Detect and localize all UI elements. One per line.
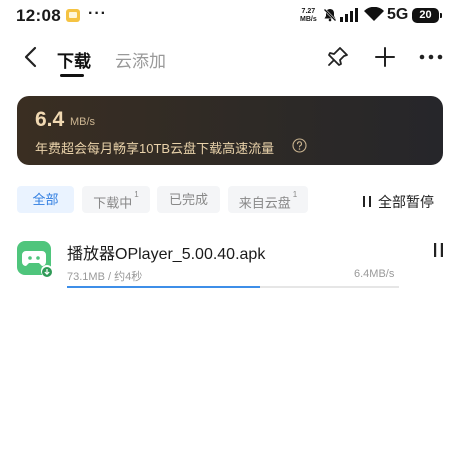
app-file-icon (17, 241, 53, 277)
mute-bell-icon (323, 8, 337, 22)
downloading-count: 1 (134, 190, 139, 199)
cloud-count: 1 (292, 190, 298, 199)
back-arrow-icon[interactable] (23, 46, 37, 68)
tab-cloud-add[interactable]: 云添加 (115, 47, 166, 72)
more-notifications-icon: ··· (88, 5, 107, 22)
download-progress-bar (67, 286, 399, 288)
file-name: 播放器OPlayer_5.00.40.apk (67, 246, 266, 263)
notification-icon (66, 9, 80, 22)
filter-all[interactable]: 全部 (17, 186, 74, 213)
pause-download-icon[interactable] (433, 243, 444, 257)
pause-all-button[interactable]: 全部暂停 (362, 192, 434, 212)
status-time: 12:08 (16, 6, 61, 25)
filter-completed[interactable]: 已完成 (157, 186, 220, 213)
tab-download[interactable]: 下载 (57, 47, 91, 72)
filter-from-cloud[interactable]: 来自云盘1 (228, 186, 308, 213)
more-options-icon[interactable] (419, 53, 443, 61)
battery-indicator: 20 (412, 8, 442, 23)
current-speed-value: 6.4 (35, 108, 65, 131)
add-icon[interactable] (374, 46, 396, 68)
network-type: 5G (387, 6, 409, 23)
pause-icon (363, 196, 371, 207)
pin-icon[interactable] (326, 45, 350, 69)
promo-text: 年费超会每月畅享10TB云盘下载高速流量 (35, 141, 275, 156)
tab-active-indicator (60, 74, 84, 77)
network-speed: 7.27 MB/s (300, 8, 317, 23)
file-size-eta: 73.1MB / 约4秒 (67, 271, 143, 283)
download-speed: 6.4MB/s (354, 268, 395, 280)
current-speed-unit: MB/s (70, 116, 96, 128)
download-badge-icon (41, 265, 53, 277)
help-icon[interactable] (292, 138, 307, 153)
signal-icon (340, 8, 358, 22)
filter-downloading[interactable]: 下载中1 (82, 186, 150, 213)
download-progress-fill (67, 286, 260, 288)
wifi-icon (364, 7, 384, 21)
